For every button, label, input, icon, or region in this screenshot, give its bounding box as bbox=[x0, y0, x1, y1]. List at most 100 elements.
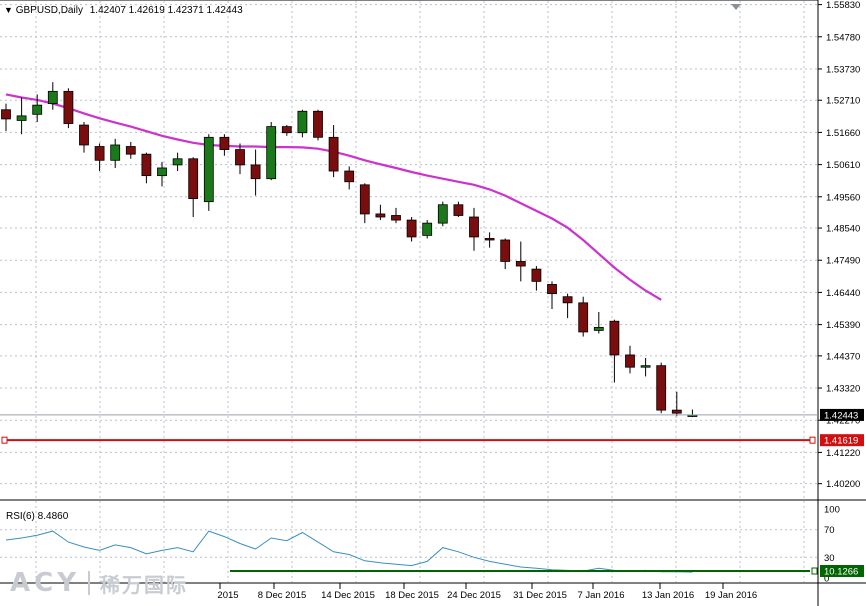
candle bbox=[1, 103, 11, 132]
candle-body bbox=[500, 239, 511, 262]
candle-body bbox=[578, 302, 589, 333]
candle bbox=[359, 183, 370, 224]
candle-body bbox=[219, 136, 230, 150]
price-tick-label: 1.43320 bbox=[826, 384, 860, 395]
candle bbox=[141, 152, 152, 184]
price-tick-label: 1.48540 bbox=[826, 224, 860, 235]
candle-body bbox=[110, 144, 121, 161]
candle bbox=[671, 391, 682, 417]
candle bbox=[547, 281, 557, 309]
watermark-chinese: 稀万国际 bbox=[100, 572, 189, 597]
candle-body bbox=[250, 164, 261, 180]
candle bbox=[484, 232, 495, 248]
candle-body bbox=[344, 170, 355, 183]
watermark-separator bbox=[88, 571, 91, 595]
candle bbox=[266, 121, 277, 181]
candle bbox=[453, 201, 464, 218]
candle-body bbox=[656, 365, 667, 411]
ohlc-label: 1.42407 1.42619 1.42371 1.42443 bbox=[89, 5, 243, 16]
price-tick-label: 1.55830 bbox=[826, 0, 860, 11]
candle bbox=[203, 134, 214, 211]
candle-body bbox=[375, 213, 386, 218]
watermark-brand: ACY bbox=[10, 568, 81, 598]
price-tick-label: 1.41220 bbox=[826, 448, 860, 459]
candle-body bbox=[297, 110, 308, 134]
price-tick-label: 1.53730 bbox=[826, 64, 860, 75]
candle-body bbox=[531, 268, 542, 282]
price-tick-label: 1.40200 bbox=[826, 479, 860, 490]
candle bbox=[79, 121, 89, 153]
candle bbox=[578, 296, 589, 337]
candle-body bbox=[47, 90, 58, 105]
price-tick-label: 1.49560 bbox=[826, 192, 860, 203]
price-tick-label: 1.51660 bbox=[826, 128, 860, 139]
rsi-value-handle bbox=[811, 567, 818, 575]
candle bbox=[593, 312, 604, 334]
candle-body bbox=[484, 238, 495, 241]
candle-body bbox=[640, 365, 651, 368]
candle-body bbox=[406, 219, 417, 238]
candle-body bbox=[281, 126, 292, 134]
price-tick-label: 1.54780 bbox=[826, 32, 860, 43]
acy-watermark-logo: ACY 稀万国际 bbox=[10, 567, 188, 599]
candle-body bbox=[125, 146, 136, 155]
candle bbox=[562, 293, 573, 319]
candle bbox=[391, 207, 401, 224]
price-tick-label: 1.52710 bbox=[826, 96, 860, 107]
candle bbox=[157, 161, 167, 187]
candle-body bbox=[515, 261, 526, 267]
candle-body bbox=[609, 320, 620, 356]
chart-header: ▼ GBPUSD,Daily 1.42407 1.42619 1.42371 1… bbox=[4, 5, 243, 16]
date-tick-label: 19 Jan 2016 bbox=[705, 590, 757, 601]
date-tick-label: 13 Jan 2016 bbox=[642, 590, 694, 601]
candle-body bbox=[328, 136, 339, 172]
candle-body bbox=[671, 409, 682, 414]
candle bbox=[94, 143, 105, 172]
level-handle-left bbox=[1, 436, 8, 444]
candle-body bbox=[266, 126, 277, 180]
candle bbox=[250, 149, 261, 196]
candle bbox=[687, 409, 698, 418]
price-tick-label: 1.44370 bbox=[826, 351, 860, 362]
date-tick-label: 24 Dec 2015 bbox=[447, 590, 501, 601]
price-tick-label: 1.50610 bbox=[826, 160, 860, 171]
date-tick-label: 8 Dec 2015 bbox=[258, 590, 307, 601]
rsi-level-label: 70 bbox=[824, 525, 835, 536]
candle bbox=[406, 217, 417, 242]
candle-body bbox=[32, 104, 43, 115]
price-tick-label: 1.46440 bbox=[826, 288, 860, 299]
candle bbox=[437, 201, 448, 227]
rsi-value-label: 10.1266 bbox=[824, 567, 858, 578]
collapse-triangle-icon[interactable]: ▼ bbox=[4, 5, 13, 15]
candle-body bbox=[94, 146, 105, 161]
rsi-title: RSI(6) 8.4860 bbox=[6, 511, 69, 522]
candle bbox=[125, 141, 136, 159]
level-price-label: 1.41619 bbox=[824, 436, 858, 447]
candle bbox=[313, 109, 323, 141]
candle bbox=[63, 88, 74, 129]
candle-body bbox=[453, 204, 464, 216]
candle-body bbox=[437, 204, 448, 224]
candle-body bbox=[141, 153, 152, 177]
candle bbox=[469, 207, 479, 251]
candle-body bbox=[172, 158, 183, 166]
candle-body bbox=[391, 215, 401, 221]
candle bbox=[110, 138, 121, 168]
candle-body bbox=[625, 354, 635, 368]
candle-body bbox=[63, 90, 74, 124]
level-handle-right bbox=[809, 436, 816, 444]
candle-body bbox=[313, 110, 323, 138]
rsi-line bbox=[5, 530, 693, 573]
price-tick-label: 1.47490 bbox=[826, 256, 860, 267]
candle-body bbox=[157, 167, 167, 177]
chart-canvas[interactable]: 1.55830 1.54780 1.53730 1.52710 1.51660 1.506… bbox=[0, 0, 866, 606]
candle bbox=[640, 358, 651, 377]
candle bbox=[515, 241, 526, 282]
chart-window: 1.55830 1.54780 1.53730 1.52710 1.51660 1.506… bbox=[0, 0, 866, 606]
candle-body bbox=[188, 158, 199, 200]
candle-body bbox=[469, 216, 479, 238]
candle bbox=[375, 204, 386, 221]
date-tick-label: 7 Jan 2016 bbox=[577, 590, 624, 601]
candle bbox=[188, 157, 199, 218]
candle-body bbox=[16, 115, 27, 121]
